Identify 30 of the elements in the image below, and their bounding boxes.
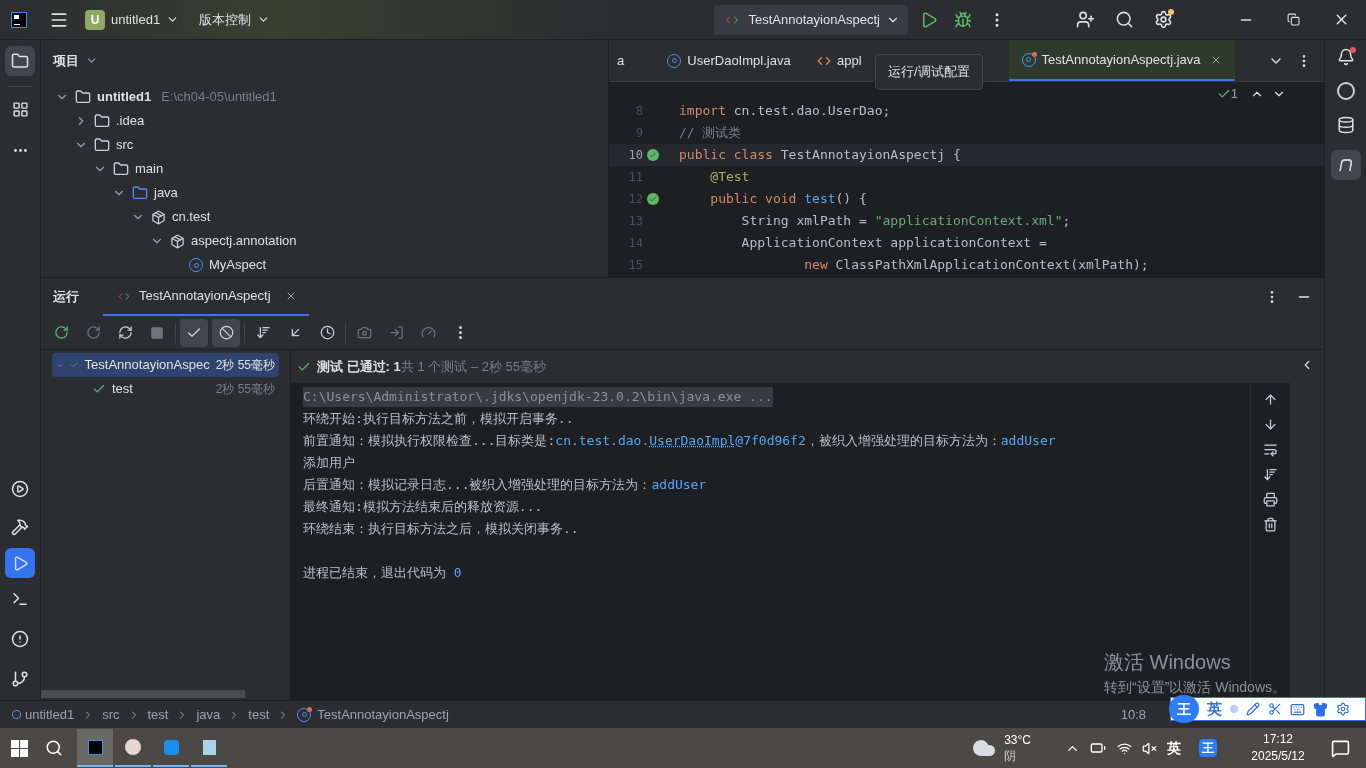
test-duration: 2秒 55毫秒 — [215, 381, 275, 398]
code-line: String xmlPath = "applicationContext.xml"; — [740, 212, 1071, 231]
test-duration: 2秒 55毫秒 — [215, 357, 275, 374]
project-badge: U — [85, 9, 105, 30]
console-line: 最终通知:模拟方法结束后的释放资源... — [303, 498, 543, 517]
weather-text: 阴 — [1004, 748, 1018, 764]
code-line: public class TestAnnotayionAspectj { — [679, 146, 961, 165]
code-line: import cn.test.dao.UserDao; — [679, 102, 891, 121]
console-line: 后置通知：模拟记录日志...被织入增强处理的目标方法为：addUser — [303, 476, 707, 495]
test-name: test — [112, 380, 134, 399]
console-line: 进程已结束，退出代码为 0 — [303, 564, 462, 583]
code-line: @Test — [709, 168, 750, 187]
code-line: // 测试类 — [679, 124, 742, 143]
code-line: new ClassPathXmlApplicationContext(xmlPath); — [803, 256, 1149, 275]
test-summary: 共 1 个测试 – 2秒 55毫秒 — [400, 357, 546, 376]
activation-title: 激活 Windows — [1104, 650, 1232, 675]
run-panel-title: 运行 — [53, 288, 79, 307]
temperature: 33°C — [1004, 732, 1031, 748]
console-line: 环绕开始:执行目标方法之前，模拟开启事务.. — [303, 410, 574, 429]
tooltip: 运行/调试配置 — [875, 54, 983, 90]
console-line: 环绕结束：执行目标方法之后，模拟关闭事务.. — [303, 520, 579, 539]
project-path: E:\ch04-05\untitled1 — [161, 88, 277, 107]
test-name: TestAnnotayionAspec — [84, 356, 210, 375]
activation-message: 转到“设置”以激活 Windows。 — [1104, 678, 1286, 697]
console-line: 添加用户 — [303, 454, 355, 473]
test-status: 测试 已通过: 1 — [317, 357, 401, 376]
console-line: 前置通知：模拟执行权限检查...目标类是:cn.test.dao.UserDaoImpl@7f0d96f2，被织入增强处理的目标方法为：addUser — [303, 432, 1056, 451]
line-number: 10 — [627, 147, 643, 164]
code-line: public void test() { — [709, 190, 867, 209]
code-line: ApplicationContext applicationContext = — [740, 234, 1047, 253]
